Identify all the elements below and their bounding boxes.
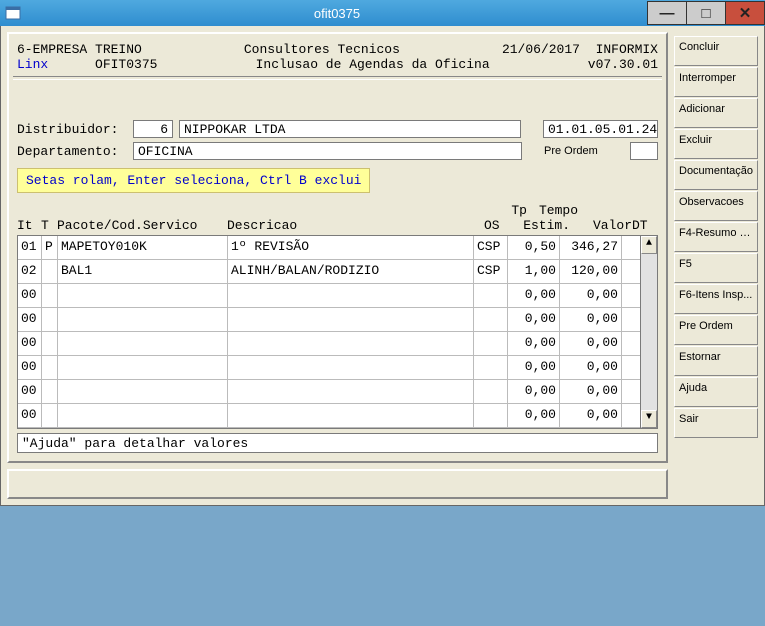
preordem-field[interactable] [630,142,658,160]
table-row[interactable]: 000,000,00 [18,284,640,308]
footer-panel [7,469,668,499]
services-grid[interactable]: 01PMAPETOY010K1º REVISÃOCSP0,50346,2702B… [17,235,641,429]
action-sidebar: ConcluirInterromperAdicionarExcluirDocum… [674,32,758,499]
sidebar-btn-ajuda[interactable]: Ajuda [674,377,758,407]
sidebar-btn-adicionar[interactable]: Adicionar [674,98,758,128]
distribuidor-code-field[interactable]: 6 [133,120,173,138]
brand-label: Linx [17,57,48,72]
sidebar-btn-estornar[interactable]: Estornar [674,346,758,376]
sidebar-btn-observacoes[interactable]: Observacoes [674,191,758,221]
header-panel: 6-EMPRESA TREINO Consultores Tecnicos 21… [7,32,668,463]
header-db: INFORMIX [596,42,658,57]
table-row[interactable]: 01PMAPETOY010K1º REVISÃOCSP0,50346,27 [18,236,640,260]
table-row[interactable]: 02BAL1ALINH/BALAN/RODIZIOCSP1,00120,00 [18,260,640,284]
distribuidor-name-field[interactable]: NIPPOKAR LTDA [179,120,521,138]
program-code: OFIT0375 [95,57,157,72]
sidebar-btn-pre-ordem[interactable]: Pre Ordem [674,315,758,345]
sidebar-btn-interromper[interactable]: Interromper [674,67,758,97]
app-window: ofit0375 — □ ✕ 6-EMPRESA TREINO Consulto… [0,0,765,506]
version-label: v07.30.01 [588,57,658,72]
sidebar-btn-f6-itens-insp-[interactable]: F6-Itens Insp... [674,284,758,314]
table-row[interactable]: 000,000,00 [18,356,640,380]
sidebar-btn-f4-resumo-p-[interactable]: F4-Resumo P... [674,222,758,252]
grid-header: It T Pacote/Cod.Servico Descricao OS Est… [17,218,658,233]
distribuidor-label: Distribuidor: [17,122,127,137]
sidebar-btn-excluir[interactable]: Excluir [674,129,758,159]
table-row[interactable]: 000,000,00 [18,332,640,356]
table-row[interactable]: 000,000,00 [18,308,640,332]
app-icon [0,0,26,26]
scroll-track[interactable] [641,254,657,410]
sidebar-btn-sair[interactable]: Sair [674,408,758,438]
departamento-field[interactable]: OFICINA [133,142,522,160]
sidebar-btn-concluir[interactable]: Concluir [674,36,758,66]
minimize-button[interactable]: — [647,1,687,25]
hint-bar: Setas rolam, Enter seleciona, Ctrl B exc… [17,168,370,193]
status-bar: "Ajuda" para detalhar valores [17,433,658,453]
title-bar[interactable]: ofit0375 — □ ✕ [0,0,765,26]
table-row[interactable]: 000,000,00 [18,404,640,428]
scroll-down-icon[interactable]: ▼ [641,410,657,428]
reference-field[interactable]: 01.01.05.01.24 [543,120,658,138]
grid-super-header: Tp Tempo [17,203,658,218]
header-date: 21/06/2017 [502,42,580,57]
table-row[interactable]: 000,000,00 [18,380,640,404]
company-label: 6-EMPRESA TREINO [17,42,142,57]
close-button[interactable]: ✕ [725,1,765,25]
window-title: ofit0375 [26,6,648,21]
scroll-up-icon[interactable]: ▲ [641,236,657,254]
sidebar-btn-documenta-o[interactable]: Documentação [674,160,758,190]
grid-scrollbar[interactable]: ▲ ▼ [641,235,658,429]
preordem-label: Pre Ordem [544,145,624,157]
screen-title-1: Consultores Tecnicos [244,42,400,57]
maximize-button[interactable]: □ [686,1,726,25]
departamento-label: Departamento: [17,144,127,159]
sidebar-btn-f5[interactable]: F5 [674,253,758,283]
screen-title-2: Inclusao de Agendas da Oficina [256,57,490,72]
